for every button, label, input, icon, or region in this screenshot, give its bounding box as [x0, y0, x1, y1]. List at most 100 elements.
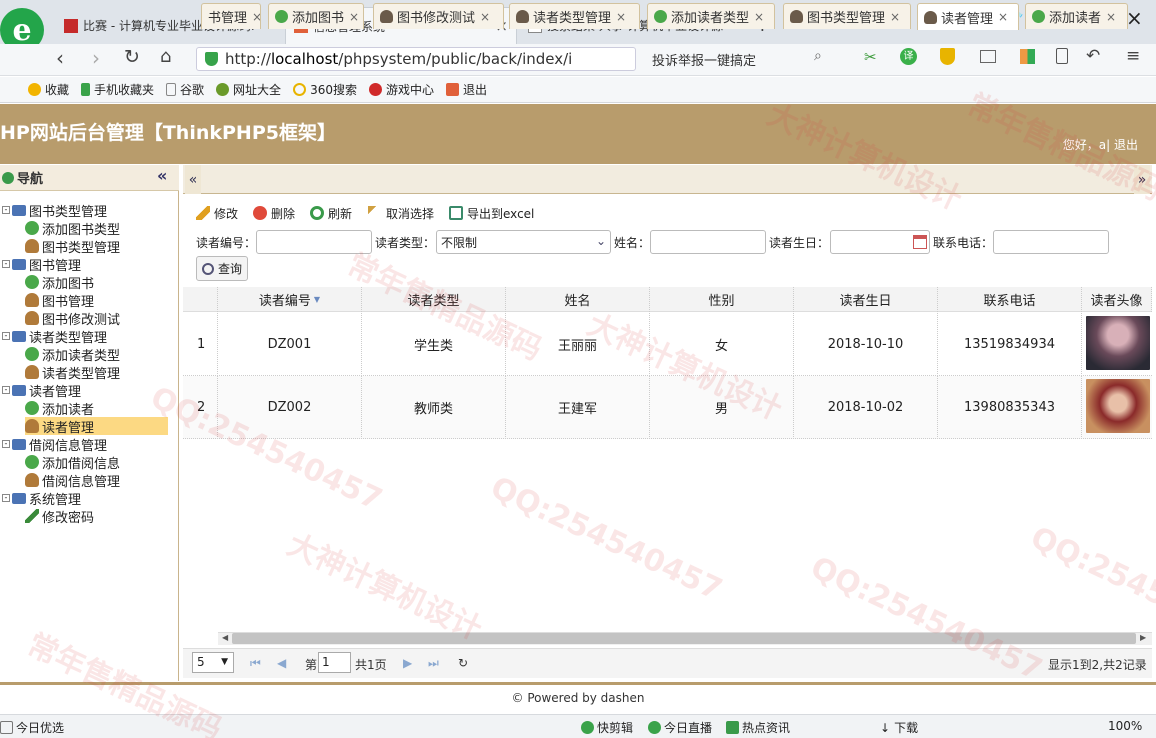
nav-item-0-1[interactable]: 图书类型管理	[25, 237, 168, 256]
phone-input[interactable]	[993, 230, 1109, 254]
reader-icon[interactable]	[1056, 48, 1068, 64]
close-window-button[interactable]: ×	[1126, 6, 1143, 30]
search-button[interactable]: 查询	[196, 256, 248, 281]
reader-type-select[interactable]: 不限制 ⌄	[436, 230, 611, 254]
page-number-input[interactable]: 1	[318, 652, 351, 673]
table-cell[interactable]: 2018-10-02	[794, 376, 938, 439]
nav-item-1-0[interactable]: 添加图书	[25, 273, 168, 292]
panel-tab-5[interactable]: 图书类型管理 ×	[783, 3, 911, 29]
search-icon[interactable]: ⌕	[814, 48, 822, 64]
bookmark-games[interactable]: 游戏中心	[368, 81, 434, 98]
status-live[interactable]: 今日直播	[648, 719, 712, 736]
zoom-level[interactable]: 100%	[1108, 719, 1142, 733]
nav-item-4-0[interactable]: 添加借阅信息	[25, 453, 168, 472]
table-cell[interactable]: 2018-10-10	[794, 313, 938, 376]
birthday-input[interactable]	[830, 230, 930, 254]
table-cell[interactable]: 学生类	[362, 313, 506, 376]
table-cell[interactable]: DZ001	[218, 313, 362, 376]
delete-button[interactable]: 删除	[253, 203, 295, 223]
expand-toggle-icon[interactable]: -	[2, 206, 10, 214]
tabs-scroll-left-button[interactable]: «	[185, 165, 201, 194]
bookmark-google[interactable]: 谷歌	[166, 81, 204, 98]
address-bar[interactable]: http://localhost/phpsystem/public/back/i…	[196, 47, 636, 71]
nav-item-2-1[interactable]: 读者类型管理	[25, 363, 168, 382]
nav-item-1-2[interactable]: 图书修改测试	[25, 309, 168, 328]
panel-tab-3[interactable]: 读者类型管理 ×	[509, 3, 640, 29]
scroll-left-arrow[interactable]: ◀	[222, 633, 228, 642]
mail-icon[interactable]	[980, 50, 996, 63]
column-header[interactable]: 读者类型	[362, 287, 506, 312]
column-header[interactable]: 读者生日	[794, 287, 938, 312]
bookmark-360[interactable]: 360搜索	[293, 81, 357, 98]
collapse-nav-button[interactable]: «	[157, 166, 167, 185]
close-tab-icon[interactable]: ×	[480, 10, 490, 24]
nav-item-5-0[interactable]: 修改密码	[25, 507, 168, 526]
nav-item-2-0[interactable]: 添加读者类型	[25, 345, 168, 364]
scroll-right-arrow[interactable]: ▶	[1140, 633, 1146, 642]
nav-group-4[interactable]: - 借阅信息管理	[0, 435, 107, 454]
nav-group-0[interactable]: - 图书类型管理	[0, 201, 107, 220]
prev-page-button[interactable]: ◀	[277, 656, 286, 670]
table-cell[interactable]: 13519834934	[938, 313, 1082, 376]
close-tab-icon[interactable]: ×	[998, 10, 1008, 24]
close-tab-icon[interactable]: ×	[252, 10, 260, 24]
close-tab-icon[interactable]: ×	[616, 10, 626, 24]
shield-icon[interactable]	[940, 48, 955, 65]
calendar-icon[interactable]	[913, 235, 927, 249]
panel-tab-0[interactable]: 书管理 ×	[201, 3, 261, 29]
table-cell[interactable]: 13980835343	[938, 376, 1082, 439]
column-header[interactable]: 姓名	[506, 287, 650, 312]
panel-tab-4[interactable]: 添加读者类型 ×	[647, 3, 775, 29]
next-page-button[interactable]: ▶	[403, 656, 412, 670]
expand-toggle-icon[interactable]: -	[2, 332, 10, 340]
translate-icon[interactable]: 译	[900, 48, 917, 65]
panel-tab-6[interactable]: 读者管理 ×	[917, 3, 1019, 30]
reader-avatar[interactable]	[1086, 379, 1150, 433]
nav-group-3[interactable]: - 读者管理	[0, 381, 81, 400]
close-tab-icon[interactable]: ×	[890, 10, 900, 24]
close-tab-icon[interactable]: ×	[349, 10, 359, 24]
menu-icon[interactable]: ≡	[1126, 46, 1140, 66]
scrollbar-thumb[interactable]	[232, 633, 1136, 644]
scissors-icon[interactable]: ✂	[864, 48, 877, 66]
bookmark-mobile[interactable]: 手机收藏夹	[81, 81, 154, 98]
column-header[interactable]: 读者头像	[1082, 287, 1152, 312]
panel-tab-7[interactable]: 添加读者 ×	[1025, 3, 1128, 29]
table-cell[interactable]: 男	[650, 376, 794, 439]
table-cell[interactable]: 教师类	[362, 376, 506, 439]
reader-avatar[interactable]	[1086, 316, 1150, 370]
close-tab-icon[interactable]: ×	[1106, 10, 1116, 24]
edit-button[interactable]: 修改	[196, 203, 238, 223]
reload-page-icon[interactable]: ↻	[458, 656, 468, 670]
nav-item-1-1[interactable]: 图书管理	[25, 291, 168, 310]
panel-tab-2[interactable]: 图书修改测试 ×	[373, 3, 504, 29]
panel-tab-1[interactable]: 添加图书 ×	[268, 3, 364, 29]
nav-item-3-0[interactable]: 添加读者	[25, 399, 168, 418]
nav-item-3-1[interactable]: 读者管理	[25, 417, 168, 436]
expand-toggle-icon[interactable]: -	[2, 494, 10, 502]
export-excel-button[interactable]: 导出到excel	[449, 203, 534, 223]
bookmark-favorites[interactable]: 收藏	[28, 81, 69, 98]
user-info[interactable]: 您好，a| 退出	[1063, 136, 1138, 153]
close-tab-icon[interactable]: ×	[754, 10, 764, 24]
apps-grid-icon[interactable]	[1020, 49, 1035, 64]
nav-group-2[interactable]: - 读者类型管理	[0, 327, 107, 346]
expand-toggle-icon[interactable]: -	[2, 386, 10, 394]
bookmark-exit[interactable]: 退出	[445, 81, 487, 98]
table-cell[interactable]: 王建军	[506, 376, 650, 439]
undo-icon[interactable]: ↶	[1086, 46, 1100, 66]
refresh-button[interactable]: 刷新	[310, 203, 352, 223]
status-news[interactable]: 热点资讯	[726, 719, 790, 736]
expand-toggle-icon[interactable]: -	[2, 440, 10, 448]
reload-icon[interactable]: ↻	[124, 46, 140, 68]
back-button[interactable]: ‹	[56, 46, 64, 70]
first-page-button[interactable]: ⏮	[250, 656, 261, 671]
table-cell[interactable]: 女	[650, 313, 794, 376]
report-search-field[interactable]: 投诉举报一键搞定	[652, 50, 756, 69]
reader-no-input[interactable]	[256, 230, 372, 254]
tabs-scroll-right-button[interactable]: »	[1134, 165, 1150, 194]
today-picks[interactable]: 今日优选	[0, 719, 64, 736]
bookmark-sites[interactable]: 网址大全	[216, 81, 281, 98]
nav-group-1[interactable]: - 图书管理	[0, 255, 81, 274]
last-page-button[interactable]: ⏭	[428, 656, 439, 671]
